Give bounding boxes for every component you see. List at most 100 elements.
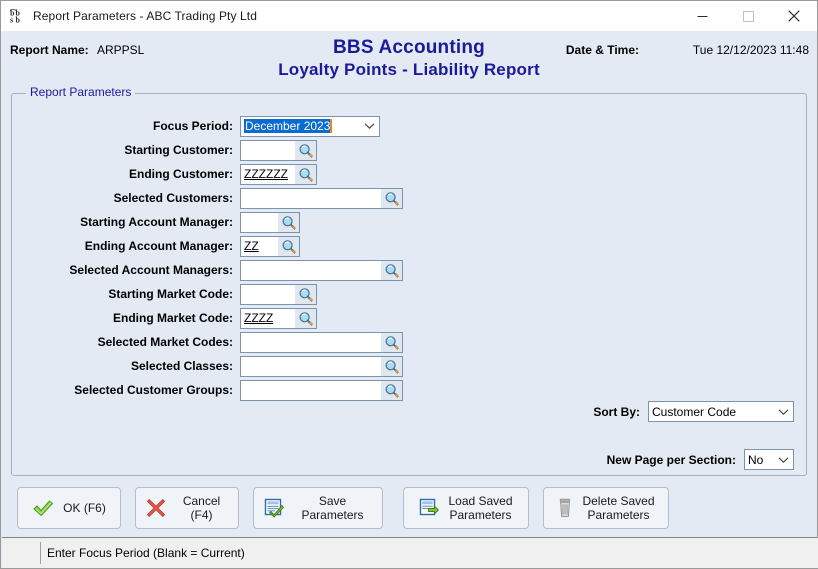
lookup-field[interactable] [240, 283, 317, 305]
lookup-field[interactable]: ZZ [240, 235, 300, 257]
status-message: Enter Focus Period (Blank = Current) [40, 542, 818, 564]
lookup-field[interactable] [240, 211, 300, 233]
new-page-row: New Page per Section: No [607, 449, 794, 470]
delete-saved-parameters-button[interactable]: Delete Saved Parameters [543, 487, 669, 529]
form-row: Ending Customer: ZZZZZZ [12, 162, 806, 186]
minimize-icon[interactable] [679, 1, 725, 31]
lookup-field[interactable]: ZZZZZZ [240, 163, 317, 185]
cancel-button-label: Cancel (F4) [182, 494, 221, 522]
field-label: Ending Customer: [129, 167, 233, 181]
form-row: Starting Customer: [12, 138, 806, 162]
lookup-field[interactable] [240, 355, 403, 377]
field-label: Starting Market Code: [108, 287, 233, 301]
field-value: ZZZZ [244, 311, 274, 325]
field-input[interactable] [241, 140, 295, 160]
form-row: Focus Period: December 2023 [12, 114, 806, 138]
focus-period-select[interactable]: December 2023 [240, 115, 380, 137]
load-saved-parameters-button[interactable]: Load Saved Parameters [403, 487, 529, 529]
field-value: ZZ [244, 239, 259, 253]
trash-can-icon [557, 498, 573, 518]
magnifier-icon[interactable] [295, 284, 316, 304]
title-bar: b b s b Report Parameters - ABC Trading … [1, 1, 817, 31]
magnifier-icon[interactable] [278, 212, 299, 232]
form-row: Selected Customers: [12, 186, 806, 210]
field-label: Selected Customers: [113, 191, 233, 205]
sort-by-value: Customer Code [652, 404, 737, 419]
green-check-icon [32, 498, 54, 518]
lookup-field[interactable] [240, 139, 317, 161]
form-row: Ending Market Code: ZZZZ [12, 306, 806, 330]
field-input[interactable] [241, 332, 381, 352]
form-row: Ending Account Manager: ZZ [12, 234, 806, 258]
focus-period-text: December 2023 [244, 119, 333, 133]
save-parameters-button[interactable]: Save Parameters [253, 487, 383, 529]
lookup-field[interactable] [240, 331, 403, 353]
lookup-field[interactable]: ZZZZ [240, 307, 317, 329]
field-input[interactable]: ZZ [241, 236, 278, 256]
button-bar: OK (F6) Cancel (F4) Save Parameters Load… [1, 487, 818, 539]
field-input[interactable] [241, 260, 381, 280]
close-icon[interactable] [771, 1, 817, 31]
page-subtitle: Loyalty Points - Liability Report [278, 60, 540, 79]
group-legend: Report Parameters [26, 85, 136, 99]
window-title: Report Parameters - ABC Trading Pty Ltd [33, 9, 257, 23]
datetime-value: Tue 12/12/2023 11:48 [692, 43, 809, 57]
field-label: Selected Customer Groups: [74, 383, 233, 397]
magnifier-icon[interactable] [381, 380, 402, 400]
chevron-down-icon [773, 456, 793, 464]
chevron-down-icon [773, 408, 793, 416]
field-input[interactable] [241, 284, 295, 304]
magnifier-icon[interactable] [381, 332, 402, 352]
lookup-field[interactable] [240, 259, 403, 281]
field-input[interactable]: ZZZZZZ [241, 164, 295, 184]
magnifier-icon[interactable] [278, 236, 299, 256]
field-input[interactable] [241, 212, 278, 232]
focus-period-value: December 2023 [241, 119, 359, 133]
status-bar: Enter Focus Period (Blank = Current) [2, 537, 818, 568]
save-parameters-label: Save Parameters [301, 494, 364, 522]
field-value: ZZZZZZ [244, 167, 288, 181]
new-page-label: New Page per Section: [606, 452, 736, 467]
window-controls [679, 1, 817, 31]
magnifier-icon[interactable] [381, 356, 402, 376]
ok-button[interactable]: OK (F6) [17, 487, 121, 529]
sort-by-row: Sort By: Customer Code [593, 401, 794, 422]
datetime-label: Date & Time: [565, 43, 639, 57]
magnifier-icon[interactable] [295, 308, 316, 328]
form-row: Selected Customer Groups: [12, 378, 806, 402]
maximize-icon[interactable] [725, 1, 771, 31]
form-row: Selected Classes: [12, 354, 806, 378]
new-page-value: No [748, 452, 764, 467]
svg-text:s: s [10, 15, 13, 24]
red-cross-icon [146, 498, 166, 518]
field-label: Starting Customer: [124, 143, 233, 157]
form-row: Starting Market Code: [12, 282, 806, 306]
report-parameters-window: b b s b Report Parameters - ABC Trading … [0, 0, 818, 569]
load-document-icon [419, 498, 440, 518]
magnifier-icon[interactable] [381, 188, 402, 208]
field-input[interactable] [241, 188, 381, 208]
new-page-select[interactable]: No [744, 449, 794, 470]
form-row: Starting Account Manager: [12, 210, 806, 234]
bbs-logo-icon: b b s b [9, 8, 26, 25]
field-input[interactable] [241, 380, 381, 400]
lookup-field[interactable] [240, 187, 403, 209]
form-row: Selected Account Managers: [12, 258, 806, 282]
field-label: Ending Account Manager: [84, 239, 233, 253]
magnifier-icon[interactable] [295, 140, 316, 160]
lookup-field[interactable] [240, 379, 403, 401]
delete-saved-parameters-label: Delete Saved Parameters [582, 494, 655, 522]
field-input[interactable] [241, 356, 381, 376]
parameters-form: Focus Period: December 2023 Starting Custo… [12, 114, 806, 402]
field-input[interactable]: ZZZZ [241, 308, 295, 328]
form-row: Selected Market Codes: [12, 330, 806, 354]
load-saved-parameters-label: Load Saved Parameters [448, 494, 513, 522]
cancel-button[interactable]: Cancel (F4) [135, 487, 239, 529]
svg-text:b: b [16, 15, 21, 24]
field-label: Selected Market Codes: [97, 335, 233, 349]
field-label: Ending Market Code: [112, 311, 233, 325]
chevron-down-icon [359, 122, 379, 130]
magnifier-icon[interactable] [295, 164, 316, 184]
sort-by-select[interactable]: Customer Code [648, 401, 794, 422]
magnifier-icon[interactable] [381, 260, 402, 280]
